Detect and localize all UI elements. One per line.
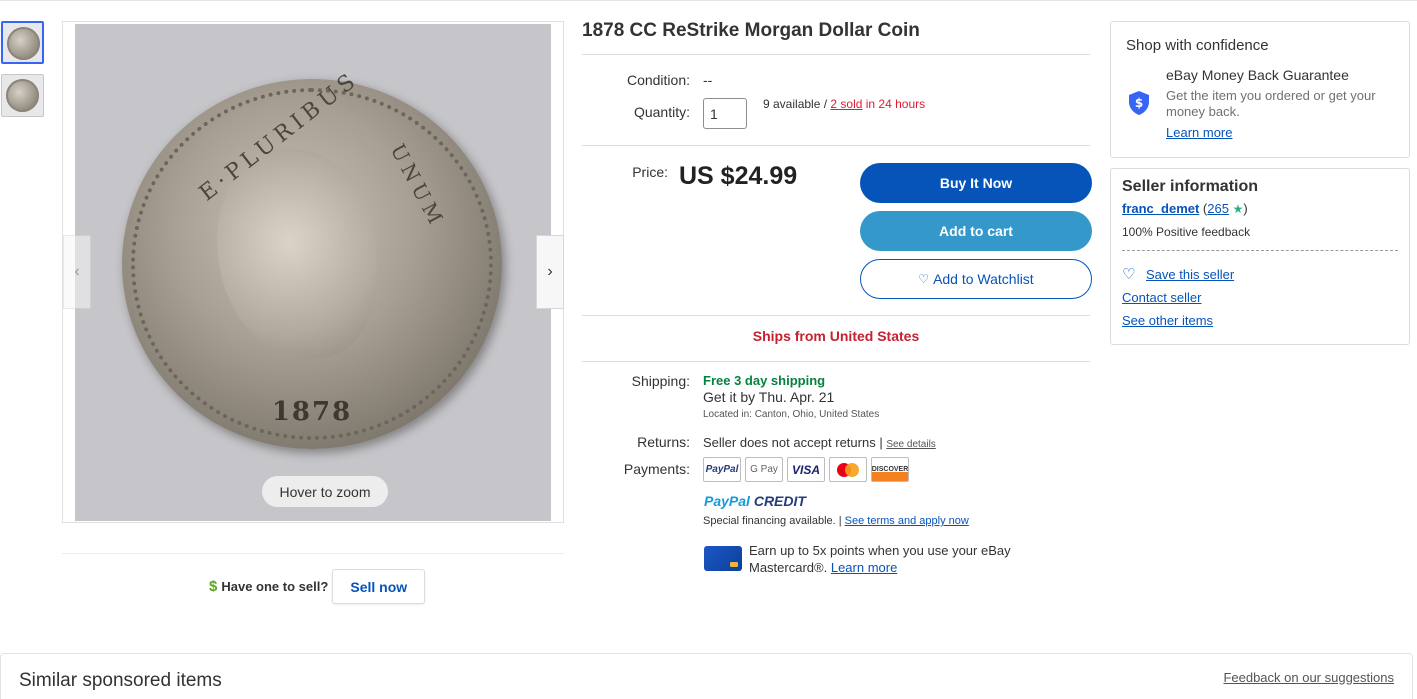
divider — [582, 361, 1090, 362]
similar-sponsored-title: Similar sponsored items — [19, 670, 222, 691]
positive-feedback: 100% Positive feedback — [1122, 225, 1251, 239]
divider — [582, 315, 1090, 316]
thumbnail-2[interactable] — [1, 74, 44, 117]
paypal-credit-logo: PayPal CREDIT — [704, 493, 806, 509]
sold-window: in 24 hours — [862, 97, 926, 111]
prev-image-button[interactable]: ‹ — [63, 235, 91, 309]
seller-name-row: franc_demet (265 ★) — [1122, 201, 1248, 216]
condition-label: Condition: — [626, 72, 690, 88]
star-icon: ★ — [1232, 202, 1244, 216]
coin-thumb-icon — [6, 79, 39, 112]
coin-thumb-icon — [7, 27, 40, 60]
add-to-watchlist-button[interactable]: ♡ Add to Watchlist — [860, 259, 1092, 299]
divider — [582, 145, 1090, 146]
product-photo: E·PLURIBUS UNUM 1878 Hover to zoom — [75, 24, 551, 521]
dotted-divider — [1122, 250, 1398, 251]
seller-information-card: Seller information franc_demet (265 ★) 1… — [1110, 168, 1410, 345]
item-title: 1878 CC ReStrike Morgan Dollar Coin — [582, 20, 920, 41]
seller-information-title: Seller information — [1122, 178, 1259, 195]
payments-label: Payments: — [623, 461, 690, 477]
money-back-guarantee-desc: Get the item you ordered or get your mon… — [1166, 88, 1376, 119]
coin-year: 1878 — [271, 397, 353, 427]
contact-seller-link[interactable]: Contact seller — [1122, 290, 1201, 305]
sell-row: $ Have one to sell? Sell now — [209, 569, 426, 604]
credit-text: CREDIT — [749, 493, 806, 509]
feedback-suggestions-link[interactable]: Feedback on our suggestions — [1223, 670, 1394, 685]
price-value: US $24.99 — [679, 162, 798, 190]
condition-value: -- — [703, 72, 713, 88]
google-pay-icon: G Pay — [745, 457, 783, 482]
top-border — [0, 0, 1417, 1]
have-one-to-sell: Have one to sell? — [221, 579, 329, 594]
shipping-label: Shipping: — [631, 373, 690, 389]
quantity-input[interactable] — [703, 98, 747, 129]
buy-it-now-button[interactable]: Buy It Now — [860, 163, 1092, 203]
shop-with-confidence-title: Shop with confidence — [1126, 37, 1269, 54]
sell-now-button[interactable]: Sell now — [332, 569, 426, 604]
delivery-date: Get it by Thu. Apr. 21 — [703, 389, 835, 405]
see-terms-link[interactable]: See terms and apply now — [845, 515, 969, 527]
heart-icon: ♡ — [918, 272, 930, 286]
visa-icon: VISA — [787, 457, 825, 482]
shield-dollar-icon: $ — [1129, 91, 1149, 115]
heart-icon[interactable]: ♡ — [1122, 265, 1135, 283]
guarantee-learn-more-link[interactable]: Learn more — [1166, 125, 1232, 140]
learn-more-link[interactable]: Learn more — [831, 560, 897, 575]
sold-count-link[interactable]: 2 sold — [830, 97, 862, 111]
payment-methods: PayPal G Pay VISA DISCOVER — [703, 457, 909, 482]
svg-text:$: $ — [1135, 96, 1143, 110]
coin-image: E·PLURIBUS UNUM 1878 — [122, 67, 502, 449]
main-image-viewer[interactable]: E·PLURIBUS UNUM 1878 Hover to zoom ‹ › — [62, 21, 564, 523]
chevron-left-icon: ‹ — [74, 263, 80, 280]
hover-to-zoom-hint: Hover to zoom — [262, 476, 388, 507]
add-to-cart-button[interactable]: Add to cart — [860, 211, 1092, 251]
next-image-button[interactable]: › — [536, 235, 564, 309]
ebay-mastercard-icon — [704, 546, 742, 571]
paypal-icon: PayPal — [703, 457, 741, 482]
ships-from: Ships from United States — [752, 328, 920, 344]
earn-points-text: Earn up to 5x points when you use your e… — [749, 542, 1049, 576]
chevron-right-icon: › — [547, 263, 553, 280]
returns-label: Returns: — [637, 434, 690, 450]
dollar-icon: $ — [209, 578, 218, 595]
thumbnail-1[interactable] — [1, 21, 44, 64]
see-other-items-link[interactable]: See other items — [1122, 313, 1213, 328]
feedback-score-link[interactable]: 265 — [1207, 201, 1229, 216]
financing-info: Special financing available. | See terms… — [703, 515, 969, 527]
add-to-watchlist-label: Add to Watchlist — [933, 271, 1034, 287]
divider — [62, 553, 564, 554]
available-count: 9 available / — [763, 97, 831, 111]
save-seller-link[interactable]: Save this seller — [1146, 267, 1234, 282]
returns-value: Seller does not accept returns | See det… — [703, 435, 936, 450]
seller-name-link[interactable]: franc_demet — [1122, 201, 1199, 216]
see-details-link[interactable]: See details — [886, 439, 935, 450]
item-location: Located in: Canton, Ohio, United States — [703, 409, 880, 420]
price-label: Price: — [632, 164, 668, 180]
paypal-credit-text: PayPal — [704, 493, 750, 509]
shop-with-confidence-card: Shop with confidence $ eBay Money Back G… — [1110, 21, 1410, 158]
returns-text: Seller does not accept returns | — [703, 435, 883, 450]
similar-sponsored-section: Similar sponsored items Feedback on our … — [0, 653, 1413, 699]
availability: 9 available / 2 sold in 24 hours — [763, 97, 925, 111]
discover-icon: DISCOVER — [871, 457, 909, 482]
quantity-label: Quantity: — [633, 104, 690, 120]
divider — [582, 54, 1090, 55]
free-shipping: Free 3 day shipping — [703, 373, 826, 388]
money-back-guarantee-title: eBay Money Back Guarantee — [1166, 67, 1349, 83]
financing-text: Special financing available. | — [703, 515, 845, 527]
mastercard-icon — [829, 457, 867, 482]
